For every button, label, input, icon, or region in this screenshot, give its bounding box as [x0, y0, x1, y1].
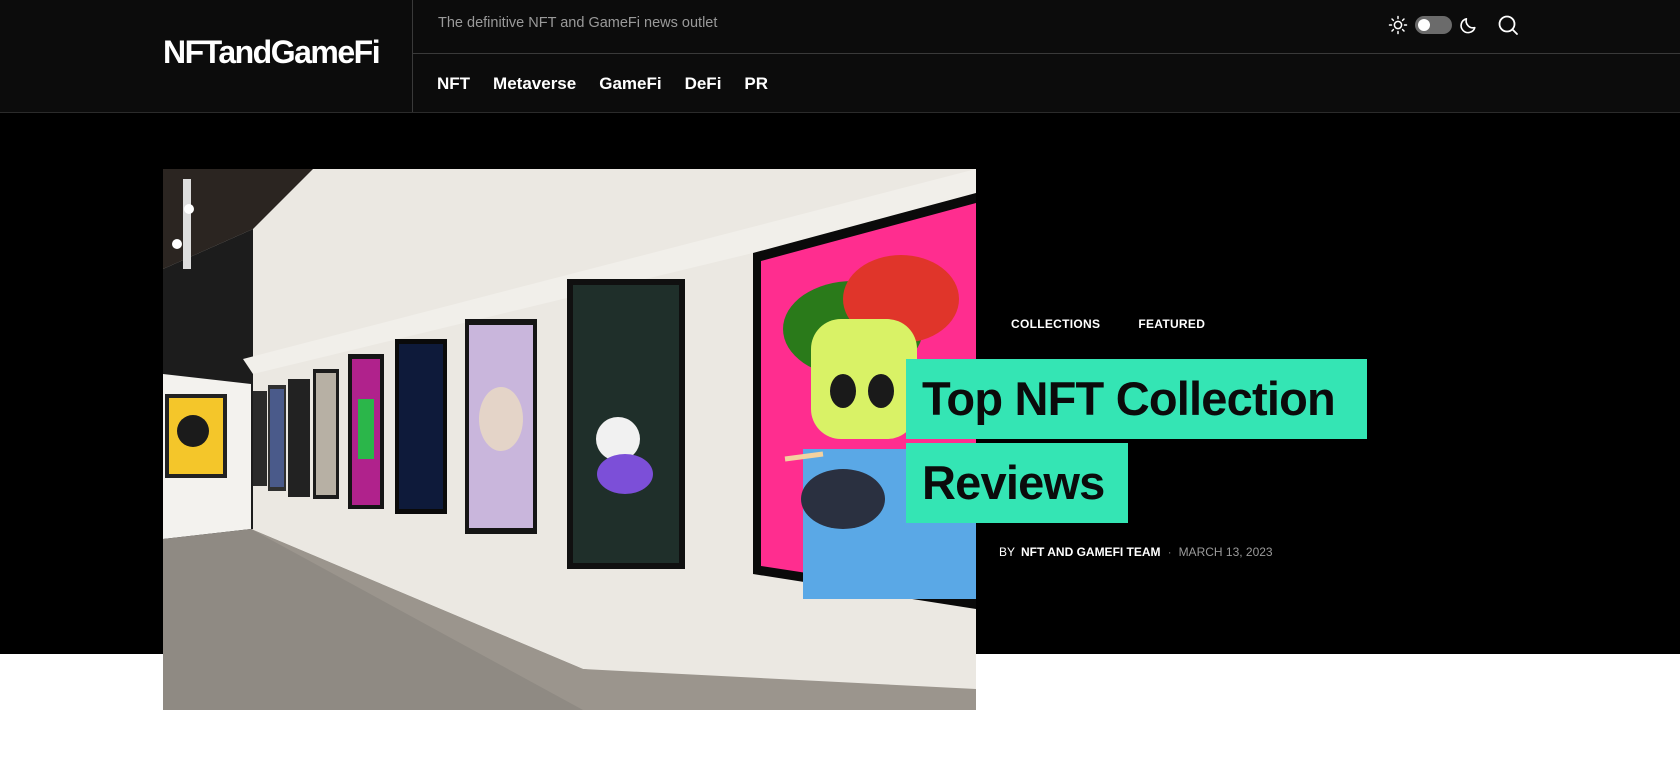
- gallery-illustration: [163, 169, 976, 710]
- main-nav: NFT Metaverse GameFi DeFi PR: [437, 74, 791, 94]
- post-title-line-1[interactable]: Top NFT Collection: [906, 359, 1367, 439]
- search-icon[interactable]: [1497, 14, 1519, 36]
- nav-item-pr[interactable]: PR: [744, 74, 768, 94]
- category-featured[interactable]: FEATURED: [1138, 317, 1205, 331]
- by-label: BY: [999, 545, 1016, 559]
- post-categories: COLLECTIONS FEATURED: [1011, 317, 1243, 331]
- logo-area: NFTandGameFi: [0, 0, 413, 112]
- sun-icon[interactable]: [1388, 15, 1408, 35]
- site-logo[interactable]: NFTandGameFi: [163, 34, 381, 71]
- nav-item-metaverse[interactable]: Metaverse: [493, 74, 576, 94]
- post-date: MARCH 13, 2023: [1178, 545, 1273, 559]
- category-collections[interactable]: COLLECTIONS: [1011, 317, 1100, 331]
- site-header: NFTandGameFi The definitive NFT and Game…: [0, 0, 1680, 113]
- post-author-link[interactable]: NFT AND GAMEFI TEAM: [1021, 545, 1161, 559]
- post-title-line-2[interactable]: Reviews: [906, 443, 1128, 523]
- nav-item-gamefi[interactable]: GameFi: [599, 74, 661, 94]
- theme-toggle[interactable]: [1415, 16, 1452, 34]
- theme-toggle-knob: [1418, 19, 1430, 31]
- meta-separator: ·: [1167, 545, 1172, 559]
- header-divider: [413, 53, 1680, 54]
- featured-image[interactable]: [163, 169, 976, 710]
- moon-icon[interactable]: [1459, 15, 1479, 35]
- nav-item-nft[interactable]: NFT: [437, 74, 470, 94]
- dark-mode-switch: [1388, 13, 1479, 37]
- post-meta: BY NFT AND GAMEFI TEAM · MARCH 13, 2023: [999, 545, 1273, 559]
- site-tagline: The definitive NFT and GameFi news outle…: [438, 15, 718, 31]
- nav-item-defi[interactable]: DeFi: [685, 74, 722, 94]
